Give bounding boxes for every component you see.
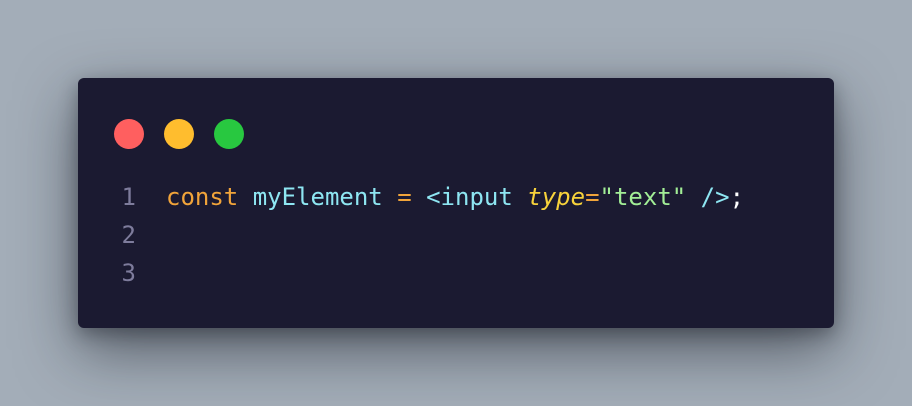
line-number: 1 — [121, 183, 136, 211]
code-token-str: "text" — [599, 183, 687, 211]
code-token-ident: myElement — [252, 183, 383, 211]
code-token-punct: ; — [729, 183, 745, 211]
close-dot-icon[interactable] — [114, 119, 144, 149]
code-content — [136, 216, 166, 254]
line-number: 3 — [121, 259, 136, 287]
code-token-keyword: const — [166, 183, 239, 211]
code-line: 2 — [78, 216, 834, 254]
code-content: const myElement = <input type="text" />; — [136, 178, 744, 216]
code-token-attr: type — [527, 183, 586, 211]
code-editor: 1 const myElement = <input type="text" /… — [78, 178, 834, 292]
code-token-tag: <input — [426, 183, 513, 211]
code-window: 1 const myElement = <input type="text" /… — [78, 78, 834, 328]
line-number: 2 — [121, 221, 136, 249]
code-token-op: = — [397, 183, 412, 211]
code-content — [136, 254, 166, 292]
code-token-eq: = — [585, 183, 600, 211]
window-controls — [114, 119, 244, 149]
maximize-dot-icon[interactable] — [214, 119, 244, 149]
code-line: 3 — [78, 254, 834, 292]
minimize-dot-icon[interactable] — [164, 119, 194, 149]
code-token-close: /> — [700, 183, 730, 211]
code-line: 1 const myElement = <input type="text" /… — [78, 178, 834, 216]
